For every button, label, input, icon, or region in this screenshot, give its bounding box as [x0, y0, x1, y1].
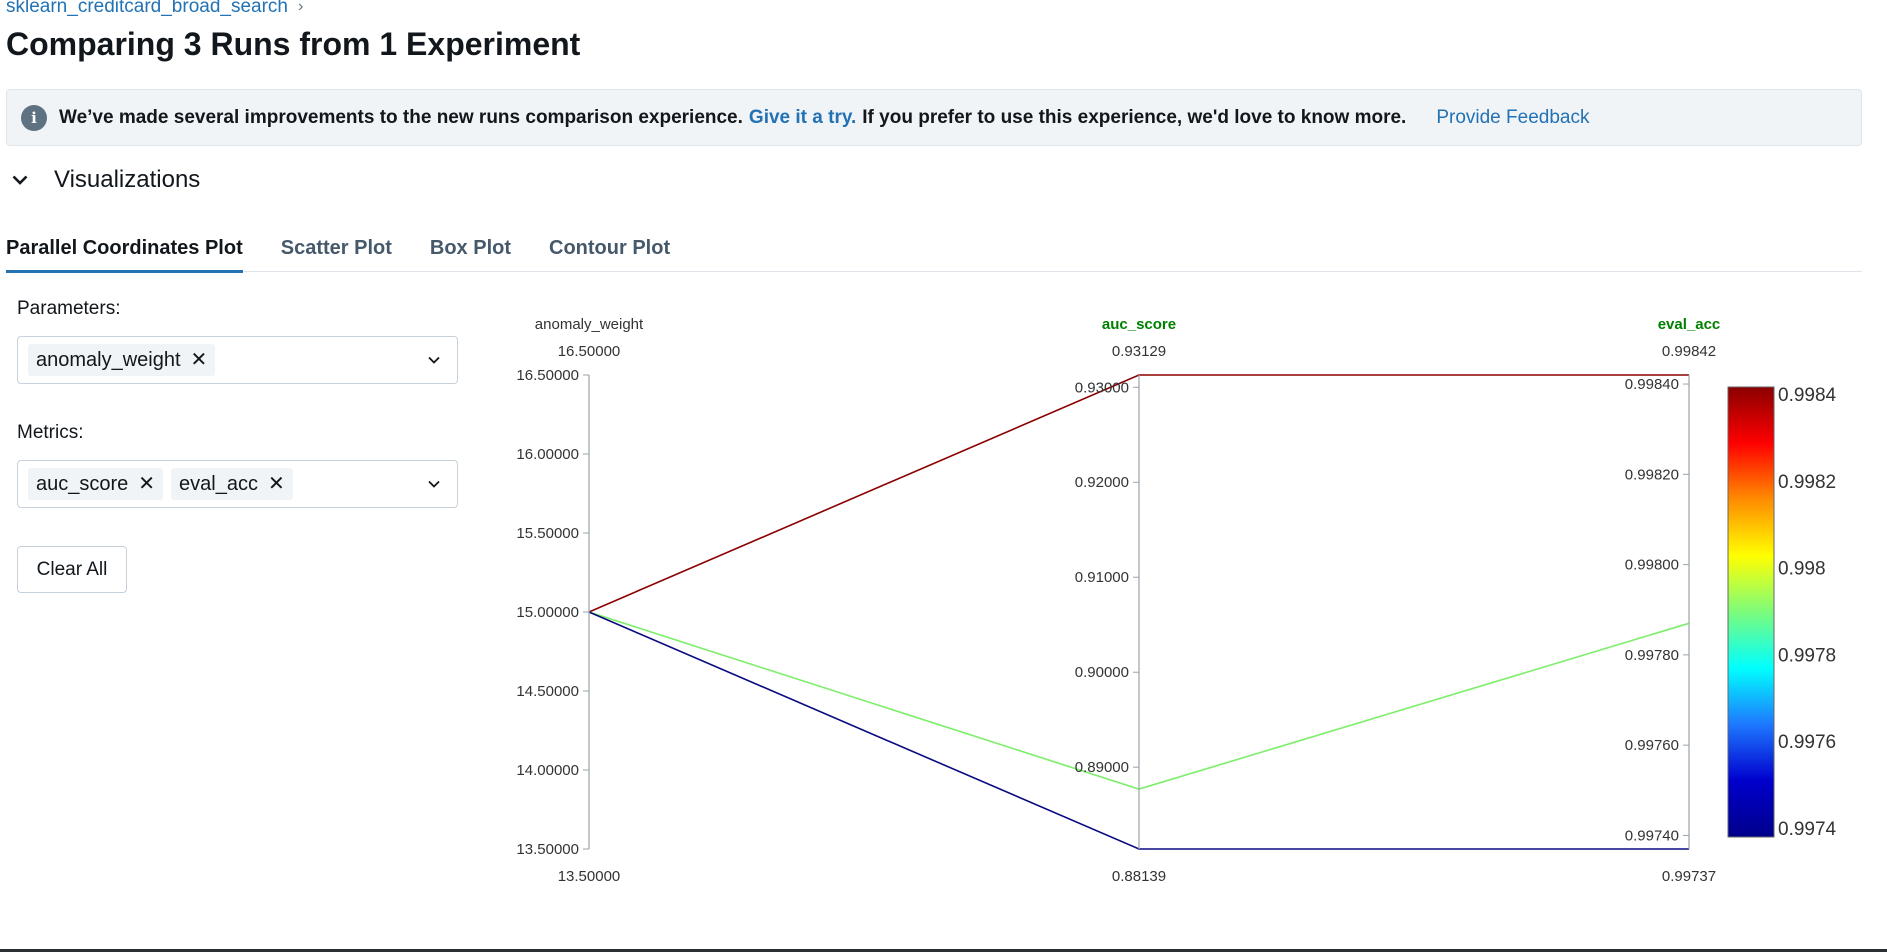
colorbar-tick-label: 0.9976: [1778, 732, 1836, 753]
breadcrumb-separator: ›: [298, 0, 304, 15]
parallel-coordinates-plot[interactable]: anomaly_weight 16.50000 13.50000 16.50000 16…: [500, 300, 1860, 900]
chevron-down-icon: [10, 170, 30, 190]
axis-tick-label: 15.00000: [516, 604, 579, 621]
tab-parallel-coordinates-plot[interactable]: Parallel Coordinates Plot: [6, 232, 243, 273]
colorbar-tick-label: 0.998: [1778, 559, 1826, 580]
axis-tick-label: 0.91000: [1075, 569, 1129, 586]
colorbar-tick-label: 0.9984: [1778, 385, 1837, 406]
axis-tick-label: 16.00000: [516, 446, 579, 463]
clear-all-button[interactable]: Clear All: [17, 546, 127, 593]
tab-contour-plot[interactable]: Contour Plot: [549, 232, 670, 272]
info-banner: i We’ve made several improvements to the…: [6, 89, 1862, 146]
remove-chip-icon[interactable]: ✕: [138, 474, 155, 494]
parameters-label: Parameters:: [17, 298, 121, 319]
axis-title: eval_acc: [1658, 316, 1721, 333]
colorbar-tick-label: 0.9982: [1778, 472, 1836, 493]
metric-chip: eval_acc ✕: [171, 468, 293, 500]
axis-max-label: 0.93129: [1112, 343, 1166, 360]
breadcrumb-experiment-link[interactable]: sklearn_creditcard_broad_search: [6, 0, 288, 18]
axis-tick-label: 0.99820: [1625, 466, 1679, 483]
metric-chip-label: auc_score: [36, 472, 129, 495]
metric-chip-label: eval_acc: [179, 472, 258, 495]
visualizations-toggle[interactable]: Visualizations: [10, 166, 200, 194]
axis-tick-label: 14.00000: [516, 762, 579, 779]
parameters-select[interactable]: anomaly_weight ✕: [17, 336, 458, 384]
axis-title: auc_score: [1102, 316, 1176, 333]
visualization-tabs: Parallel Coordinates Plot Scatter Plot B…: [6, 232, 1862, 273]
axis-tick-label: 0.90000: [1075, 664, 1129, 681]
metric-chip: auc_score ✕: [28, 468, 164, 500]
axis-tick-label: 13.50000: [516, 841, 579, 858]
axis-tick-label: 0.93000: [1075, 379, 1129, 396]
give-it-a-try-link[interactable]: Give it a try.: [749, 107, 856, 129]
parameter-chip-label: anomaly_weight: [36, 348, 181, 371]
axis-tick-label: 15.50000: [516, 525, 579, 542]
tab-box-plot[interactable]: Box Plot: [430, 232, 511, 272]
tab-scatter-plot[interactable]: Scatter Plot: [281, 232, 392, 272]
colorbar-tick-label: 0.9978: [1778, 645, 1836, 666]
axis-tick-label: 16.50000: [516, 367, 579, 384]
plot-axes: anomaly_weight 16.50000 13.50000 16.50000 16…: [516, 316, 1720, 885]
axis-tick-label: 0.89000: [1075, 759, 1129, 776]
chevron-down-icon[interactable]: [425, 351, 443, 369]
banner-message: We’ve made several improvements to the n…: [59, 106, 743, 128]
axis-tick-label: 0.99740: [1625, 827, 1679, 844]
remove-chip-icon[interactable]: ✕: [268, 474, 285, 494]
provide-feedback-link[interactable]: Provide Feedback: [1436, 107, 1589, 129]
colorbar-gradient: [1727, 386, 1775, 838]
axis-tick-label: 0.99800: [1625, 557, 1679, 574]
axis-min-label: 13.50000: [558, 868, 621, 885]
axis-tick-label: 14.50000: [516, 683, 579, 700]
remove-chip-icon[interactable]: ✕: [191, 350, 208, 370]
visualizations-label: Visualizations: [54, 166, 201, 193]
metrics-select[interactable]: auc_score ✕ eval_acc ✕: [17, 460, 458, 508]
axis-tick-label: 0.99760: [1625, 737, 1679, 754]
info-icon: i: [21, 104, 47, 131]
axis-min-label: 0.88139: [1112, 868, 1166, 885]
colorbar: 0.9984 0.9982 0.998 0.9978 0.9976 0.9974: [1727, 385, 1837, 840]
axis-max-label: 16.50000: [558, 343, 621, 360]
colorbar-tick-label: 0.9974: [1778, 819, 1837, 840]
banner-message-after: If you prefer to use this experience, we…: [862, 106, 1407, 128]
axis-tick-label: 0.99780: [1625, 647, 1679, 664]
metrics-label: Metrics:: [17, 422, 84, 443]
page-title: Comparing 3 Runs from 1 Experiment: [6, 26, 581, 62]
plot-controls: Parameters: anomaly_weight ✕ Metrics: au…: [17, 298, 458, 593]
chevron-down-icon[interactable]: [425, 475, 443, 493]
axis-tick-label: 0.92000: [1075, 474, 1129, 491]
axis-min-label: 0.99737: [1662, 868, 1716, 885]
axis-title: anomaly_weight: [535, 316, 644, 333]
breadcrumb: sklearn_creditcard_broad_search ›: [6, 0, 303, 18]
parameter-chip: anomaly_weight ✕: [28, 344, 216, 376]
axis-max-label: 0.99842: [1662, 343, 1716, 360]
axis-tick-label: 0.99840: [1625, 376, 1679, 393]
